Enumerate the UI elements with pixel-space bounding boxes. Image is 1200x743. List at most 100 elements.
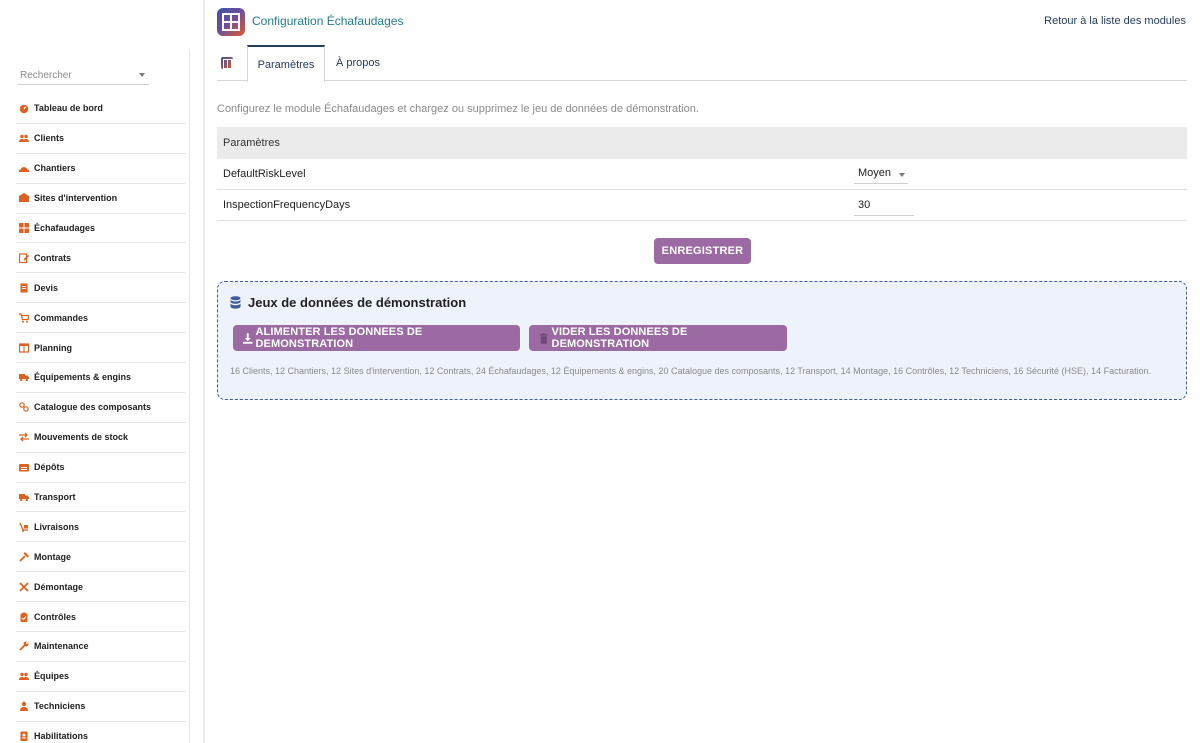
demo-summary: 16 Clients, 12 Chantiers, 12 Sites d'int… <box>230 366 1152 376</box>
sidebar-item-chantiers[interactable]: Chantiers <box>16 154 186 184</box>
params-header: Paramètres <box>217 127 1187 159</box>
sidebar-item-montage[interactable]: Montage <box>16 542 186 573</box>
sidebar-item-label: Chantiers <box>34 163 76 174</box>
sidebar-item-label: Dépôts <box>34 462 65 473</box>
delivery-icon <box>19 522 29 532</box>
sidebar-item-label: Tableau de bord <box>34 103 103 114</box>
sidebar-item-mouvements-de-stock[interactable]: Mouvements de stock <box>16 423 186 453</box>
feed-demo-data-button[interactable]: ALIMENTER LES DONNEES DE DEMONSTRATION <box>233 325 520 351</box>
tab-bar: Paramètres À propos <box>217 45 1187 82</box>
search-select[interactable]: Rechercher <box>18 67 149 85</box>
sidebar-item-techniciens[interactable]: Techniciens <box>16 692 186 722</box>
risk-level-select[interactable]: Moyen <box>854 164 908 184</box>
sidebar-item-sites-d-intervention[interactable]: Sites d'intervention <box>16 184 186 214</box>
badge-icon <box>19 731 29 742</box>
sidebar-item-label: Équipements & engins <box>34 372 132 383</box>
sidebar-item-transport[interactable]: Transport <box>16 483 186 513</box>
sidebar-item-label: Démontage <box>34 581 84 592</box>
sidebar-item-depots[interactable]: Dépôts <box>16 453 186 483</box>
sidebar-item-label: Commandes <box>34 312 89 323</box>
components-icon <box>19 402 29 413</box>
sidebar-item-devis[interactable]: Devis <box>16 273 186 304</box>
intro-text: Configurez le module Échafaudages et cha… <box>217 103 699 115</box>
chevron-down-icon <box>139 73 145 77</box>
sidebar-item-label: Devis <box>34 282 59 293</box>
grid-icon <box>19 223 29 233</box>
sidebar-item-label: Échafaudages <box>34 223 96 233</box>
sidebar-item-maintenance[interactable]: Maintenance <box>16 632 186 662</box>
sidebar-item-echafaudages[interactable]: Échafaudages <box>16 214 186 244</box>
sidebar-item-catalogue-des-composants[interactable]: Catalogue des composants <box>16 393 186 423</box>
truck-icon <box>19 492 29 502</box>
param-row-risk-level: DefaultRiskLevel Moyen <box>217 159 1187 190</box>
sidebar: Rechercher Tableau de bord Clients Chantie… <box>0 0 205 743</box>
user-icon <box>19 701 29 712</box>
users-icon <box>19 671 29 681</box>
sidebar-item-label: Habilitations <box>34 731 89 742</box>
demo-title: Jeux de données de démonstration <box>248 295 467 310</box>
page-title: Configuration Échafaudages <box>252 14 404 28</box>
sidebar-item-label: Mouvements de stock <box>34 432 129 443</box>
chevron-down-icon <box>899 173 905 177</box>
tab-a-propos[interactable]: À propos <box>327 45 389 81</box>
hammer-icon <box>19 551 29 562</box>
clipboard-icon <box>19 612 29 622</box>
sidebar-item-commandes[interactable]: Commandes <box>16 303 186 334</box>
feed-demo-label: ALIMENTER LES DONNEES DE DEMONSTRATION <box>255 326 423 350</box>
sidebar-item-label: Catalogue des composants <box>34 402 152 413</box>
demo-data-panel: Jeux de données de démonstration ALIMENT… <box>217 281 1187 400</box>
wrench-icon <box>19 641 29 652</box>
sidebar-item-planning[interactable]: Planning <box>16 333 186 364</box>
truck-icon <box>19 372 29 382</box>
sidebar-item-label: Sites d'intervention <box>34 193 118 204</box>
sidebar-item-habilitations[interactable]: Habilitations <box>16 722 186 743</box>
sidebar-item-demontage[interactable]: Démontage <box>16 572 186 603</box>
database-icon <box>230 296 241 309</box>
sidebar-item-livraisons[interactable]: Livraisons <box>16 512 186 543</box>
tab-parametres[interactable]: Paramètres <box>247 45 325 82</box>
sidebar-item-controles[interactable]: Contrôles <box>16 602 186 633</box>
sidebar-divider <box>189 50 190 743</box>
sidebar-item-tableau-de-bord[interactable]: Tableau de bord <box>16 94 186 124</box>
dashboard-icon <box>19 103 29 114</box>
trash-icon <box>539 332 548 344</box>
sidebar-menu: Tableau de bord Clients Chantiers Sites d'i… <box>16 94 186 743</box>
users-icon <box>19 133 29 143</box>
sidebar-item-label: Contrôles <box>34 611 77 622</box>
module-logo-icon <box>217 8 245 36</box>
sites-icon <box>19 193 29 203</box>
param-name: DefaultRiskLevel <box>223 168 306 180</box>
sidebar-item-clients[interactable]: Clients <box>16 124 186 154</box>
back-to-modules-link[interactable]: Retour à la liste des modules <box>1044 15 1186 27</box>
inspection-frequency-input[interactable] <box>854 195 914 216</box>
sidebar-item-label: Livraisons <box>34 521 80 532</box>
tools-icon <box>19 582 29 592</box>
sidebar-item-label: Maintenance <box>34 641 89 652</box>
sidebar-item-label: Contrats <box>34 252 72 263</box>
param-name: InspectionFrequencyDays <box>223 199 351 211</box>
sidebar-border <box>203 0 205 743</box>
sidebar-item-equipes[interactable]: Équipes <box>16 662 186 692</box>
sidebar-item-label: Montage <box>34 551 71 562</box>
clear-demo-label: VIDER LES DONNEES DE DEMONSTRATION <box>551 326 688 350</box>
param-row-inspection-frequency: InspectionFrequencyDays <box>217 190 1187 221</box>
sidebar-item-label: Planning <box>34 342 72 353</box>
exchange-icon <box>19 432 29 442</box>
params-table: Paramètres DefaultRiskLevel Moyen Inspec… <box>217 127 1187 221</box>
sidebar-item-label: Équipes <box>34 671 70 682</box>
sidebar-item-label: Clients <box>34 133 65 144</box>
download-icon <box>243 332 253 344</box>
contract-icon <box>19 253 29 263</box>
search-placeholder: Rechercher <box>20 70 72 81</box>
worksite-icon <box>19 163 29 173</box>
module-tab-icon[interactable] <box>221 57 233 69</box>
calendar-icon <box>19 342 29 353</box>
sidebar-item-label: Transport <box>34 492 76 503</box>
document-icon <box>19 283 29 293</box>
sidebar-item-equipements-engins[interactable]: Équipements & engins <box>16 363 186 393</box>
sidebar-item-label: Techniciens <box>34 701 86 712</box>
save-button[interactable]: ENREGISTRER <box>654 238 751 264</box>
clear-demo-data-button[interactable]: VIDER LES DONNEES DE DEMONSTRATION <box>529 325 787 351</box>
sidebar-item-contrats[interactable]: Contrats <box>16 243 186 274</box>
cart-icon <box>19 313 29 323</box>
